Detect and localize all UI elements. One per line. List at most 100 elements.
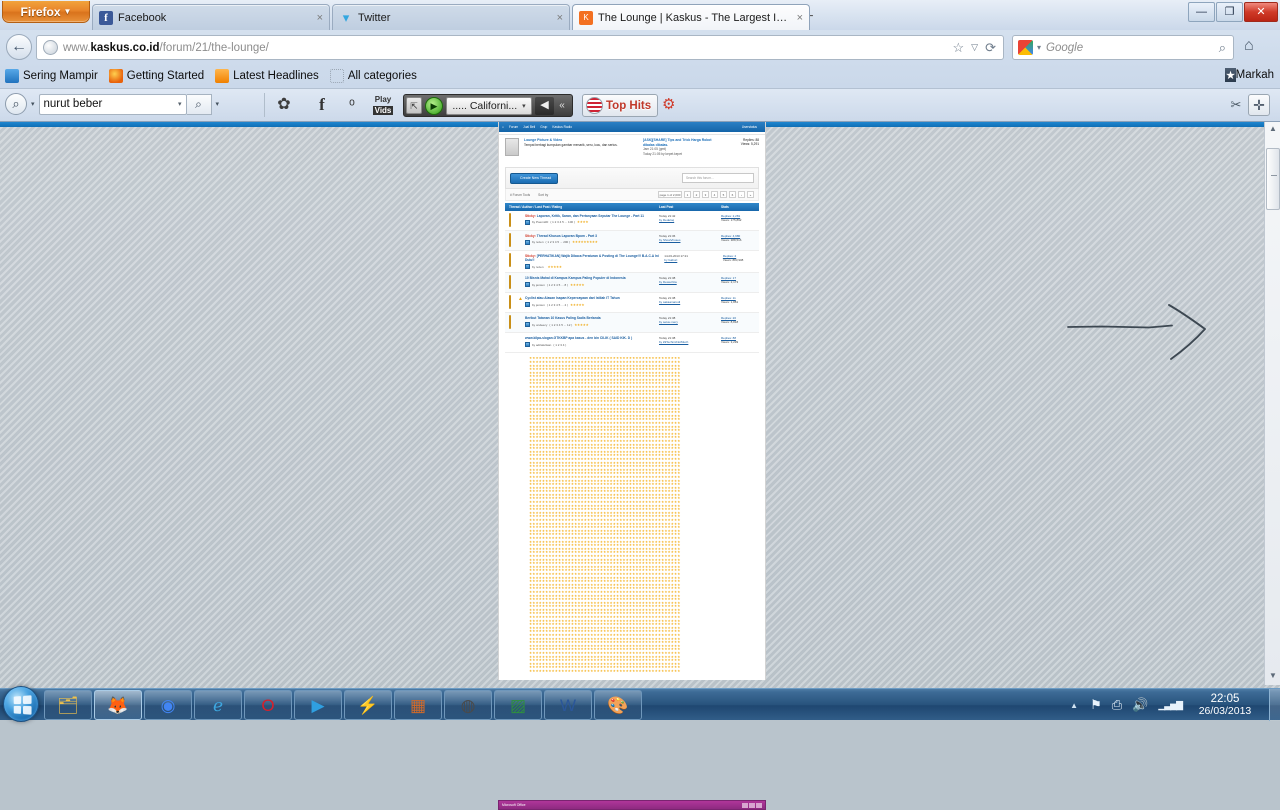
last-post-author[interactable]: by sakaamarodi bbox=[659, 300, 680, 304]
thread-author[interactable]: by jensun bbox=[532, 283, 545, 287]
thread-author[interactable]: by rezen bbox=[532, 265, 544, 269]
chevron-down-icon[interactable]: ▽ bbox=[971, 42, 978, 53]
last-post-author[interactable]: by setuu.mery bbox=[659, 320, 678, 324]
chevron-down-icon[interactable]: ▾ bbox=[178, 100, 182, 108]
playvids-icon[interactable]: Play Vids bbox=[371, 93, 395, 117]
thread-pages[interactable]: ( 1 2 3 4 5 ... 100 ) bbox=[550, 220, 575, 224]
tab-3[interactable]: K The Lounge | Kaskus - The Largest In...… bbox=[572, 4, 810, 30]
search-bar[interactable]: ▾ Google ⌕ bbox=[1012, 35, 1234, 60]
kaskus-nav-forum[interactable]: Forum bbox=[509, 125, 518, 129]
taskbar-item-windows-explorer[interactable]: 🗂 bbox=[44, 690, 92, 720]
tab-1[interactable]: f Facebook × bbox=[92, 4, 330, 30]
close-icon[interactable]: × bbox=[317, 12, 323, 24]
last-post-author[interactable]: by Gaburi bbox=[664, 258, 677, 262]
thread-row[interactable]: 10 Bisnis Mahal di Kampus Kampus Paling … bbox=[505, 273, 759, 294]
close-button[interactable]: ✕ bbox=[1244, 2, 1278, 22]
scrollbar-thumb[interactable] bbox=[1266, 148, 1280, 210]
chevron-down-icon[interactable]: ▾ bbox=[31, 100, 35, 108]
bookmark-getting-started[interactable]: Getting Started bbox=[108, 69, 204, 83]
add-button[interactable]: ✛ bbox=[1248, 94, 1270, 116]
thread-row[interactable]: www.kilpa-slogan.GTKKBP apa kasus - den … bbox=[505, 333, 759, 354]
minimize-button[interactable]: — bbox=[1188, 2, 1215, 22]
thread-pages[interactable]: ( 1 2 3 4 5 ... 8 ) bbox=[547, 283, 568, 287]
site-identity-icon[interactable] bbox=[43, 40, 58, 55]
taskbar-item-opera[interactable]: O bbox=[244, 690, 292, 720]
thread-author[interactable]: by PoemsID bbox=[532, 220, 548, 224]
last-post-author[interactable]: by Dewa.Kita bbox=[659, 280, 677, 284]
taskbar-item-chrome[interactable]: ◉ bbox=[144, 690, 192, 720]
tray-expand-icon[interactable]: ▲ bbox=[1070, 701, 1078, 710]
magnifier-icon[interactable]: ⌕ bbox=[5, 93, 27, 115]
volume-icon[interactable]: 🔊 bbox=[1132, 697, 1148, 713]
forum-search-input[interactable]: Search this forum... bbox=[682, 173, 754, 183]
forum-tools-link[interactable]: # Forum Tools bbox=[510, 193, 530, 197]
thread-author[interactable]: by adriatulisan bbox=[532, 343, 551, 347]
close-icon[interactable]: × bbox=[557, 12, 563, 24]
taskbar-item-internet-explorer[interactable]: ℯ bbox=[194, 690, 242, 720]
safely-remove-icon[interactable]: ⎙ bbox=[1112, 697, 1122, 713]
twitter-icon[interactable]: ᵒ bbox=[341, 93, 363, 117]
kaskus-home-icon[interactable]: ⌂ bbox=[502, 125, 504, 129]
clock[interactable]: 22:05 26/03/2013 bbox=[1187, 693, 1263, 717]
gift-icon[interactable]: ⚙ bbox=[662, 95, 675, 113]
facebook-icon[interactable]: f bbox=[312, 93, 332, 117]
thread-author[interactable]: by jensun bbox=[532, 303, 545, 307]
page-last[interactable]: » bbox=[747, 191, 754, 198]
background-window-controls[interactable] bbox=[742, 802, 762, 808]
home-icon[interactable]: ⌂ bbox=[1244, 37, 1254, 55]
reload-icon[interactable]: ⟳ bbox=[985, 40, 996, 56]
thread-author[interactable]: by rezen bbox=[532, 240, 544, 244]
addon-search-go-button[interactable]: ⌕ bbox=[186, 93, 212, 115]
tab-2[interactable]: ▾ Twitter × bbox=[332, 4, 570, 30]
thread-pages[interactable]: ( 1 2 3 4 5 ... 200 ) bbox=[546, 240, 571, 244]
featured-lastpost-title[interactable]: [ASK][SHARE] Tips and Trick Harga Robot … bbox=[643, 138, 723, 147]
last-post-author[interactable]: by Dedeloq bbox=[659, 218, 674, 222]
header-last-post[interactable]: Last Post bbox=[659, 205, 721, 209]
last-post-author[interactable]: by ShowViruses bbox=[659, 238, 680, 242]
action-center-flag-icon[interactable]: ⚑ bbox=[1090, 697, 1102, 713]
scroll-down-arrow-icon[interactable]: ▼ bbox=[1265, 669, 1280, 685]
kaskus-user-area[interactable]: Userstatus bbox=[742, 125, 762, 129]
bookmark-all-categories[interactable]: All categories bbox=[329, 69, 417, 83]
thread-row[interactable]: Sticky: Thread Khusus Laporan Bpom - Par… bbox=[505, 231, 759, 251]
bookmark-sering-mampir[interactable]: Sering Mampir bbox=[5, 69, 98, 83]
settings-gear-icon[interactable]: ✿ bbox=[272, 93, 296, 117]
scroll-up-arrow-icon[interactable]: ▲ bbox=[1265, 122, 1280, 138]
show-desktop-button[interactable] bbox=[1269, 689, 1280, 721]
chevron-down-icon[interactable]: ▾ bbox=[216, 100, 220, 108]
thread-title[interactable]: Sticky: [PERHATIKAN] Wajib Dibaca Peratu… bbox=[525, 254, 661, 263]
network-signal-icon[interactable]: ▁▃▅▇ bbox=[1158, 700, 1183, 711]
collapse-icon[interactable]: « bbox=[554, 97, 570, 115]
taskbar-item-microsoft-word[interactable]: W bbox=[544, 690, 592, 720]
page-4[interactable]: 4 bbox=[711, 191, 718, 198]
bookmark-latest-headlines[interactable]: Latest Headlines bbox=[215, 69, 319, 83]
taskbar-item-firefox[interactable]: 🦊 bbox=[94, 690, 142, 720]
thread-pages[interactable]: ( 1 2 3 4 5 ... 4 ) bbox=[547, 303, 568, 307]
background-office-window[interactable]: Microsoft Office bbox=[498, 800, 766, 810]
pagination[interactable]: page 1 of 2,000 1 2 3 4 5 6 › » bbox=[658, 191, 754, 198]
popout-icon[interactable]: ⇱ bbox=[406, 97, 422, 114]
header-stats[interactable]: Stats bbox=[721, 205, 755, 209]
thread-title[interactable]: Cyclist atau Alasan Isapan Kepercayaan d… bbox=[525, 296, 656, 300]
addon-search-input[interactable]: nurut beber ▾ bbox=[38, 93, 187, 115]
thread-title[interactable]: Berikut Tatanan 10 Kasus Paling Sadis Be… bbox=[525, 316, 656, 320]
thread-row[interactable]: Sticky: Laporan, Kritik, Saran, dan Pert… bbox=[505, 211, 759, 231]
kaskus-nav-bar[interactable]: ⌂ Forum Jual Beli Grup Kaskus Radio User… bbox=[499, 122, 765, 132]
page-5[interactable]: 5 bbox=[720, 191, 727, 198]
taskbar-item-video-converter[interactable]: ◍ bbox=[444, 690, 492, 720]
volume-icon[interactable]: ◀ bbox=[535, 96, 554, 115]
back-button[interactable]: ← bbox=[6, 34, 32, 60]
last-post-author[interactable]: by k9TechnicNotMuch bbox=[659, 340, 688, 344]
station-select[interactable]: ..... Californi... ▾ bbox=[446, 96, 532, 115]
taskbar-item-system-monitor[interactable]: ▨ bbox=[494, 690, 542, 720]
page-1[interactable]: 1 bbox=[684, 191, 691, 198]
thread-row[interactable]: ▲ Cyclist atau Alasan Isapan Kepercayaan … bbox=[505, 293, 759, 314]
thread-title[interactable]: www.kilpa-slogan.GTKKBP apa kasus - den … bbox=[525, 336, 656, 340]
close-icon[interactable]: × bbox=[797, 12, 803, 24]
header-thread[interactable]: Thread / Author / Last Post / Rating bbox=[509, 205, 659, 209]
taskbar-item-photo-viewer[interactable]: ▦ bbox=[394, 690, 442, 720]
chevron-down-icon[interactable]: ▾ bbox=[1037, 43, 1041, 52]
taskbar-item-media-player[interactable]: ▶ bbox=[294, 690, 342, 720]
thread-row[interactable]: Berikut Tatanan 10 Kasus Paling Sadis Be… bbox=[505, 313, 759, 334]
address-bar[interactable]: www.kaskus.co.id/forum/21/the-lounge/ ☆ … bbox=[36, 35, 1004, 60]
